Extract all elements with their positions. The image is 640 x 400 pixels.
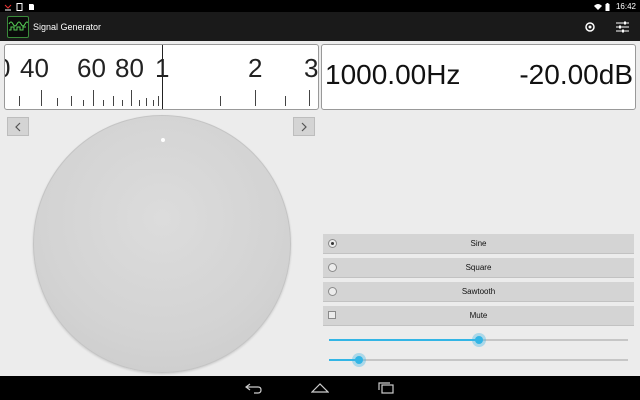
- mute-checkbox[interactable]: [328, 311, 336, 319]
- step-down-button[interactable]: [7, 117, 29, 136]
- app-screen: 16:42 Signal Generator 40 60 80 2 3 1000…: [0, 0, 640, 400]
- scale-tick: [57, 98, 58, 106]
- scale-tick: [113, 96, 114, 106]
- clock: 16:42: [615, 1, 636, 11]
- waveform-option-sine[interactable]: Sine: [323, 234, 634, 254]
- scale-label: 60: [77, 53, 106, 83]
- mute-label: Mute: [469, 311, 488, 320]
- waveform-label: Sine: [470, 239, 487, 248]
- settings-button[interactable]: [582, 19, 598, 35]
- sliders-icon: [615, 21, 629, 32]
- status-bar: 16:42: [0, 0, 640, 12]
- waveform-label: Square: [465, 263, 492, 272]
- scale-tick: [122, 100, 123, 106]
- knob-indicator: [161, 138, 165, 142]
- scale-tick: [285, 96, 286, 106]
- radio-sine[interactable]: [328, 239, 337, 248]
- frequency-slider[interactable]: [329, 333, 628, 347]
- signal-readout: 1000.00Hz -20.00dB: [321, 44, 636, 110]
- scale-label: 3: [304, 53, 319, 83]
- home-button[interactable]: [310, 381, 330, 395]
- level-slider[interactable]: [329, 353, 628, 367]
- missed-call-icon: [4, 3, 12, 10]
- slider-track: [329, 359, 628, 361]
- recents-button[interactable]: [376, 381, 396, 395]
- mute-toggle[interactable]: Mute: [323, 306, 634, 326]
- back-icon: [245, 383, 262, 394]
- scale-label: 2: [248, 53, 263, 83]
- scale-tick: [19, 96, 20, 106]
- radio-sawtooth[interactable]: [328, 287, 337, 296]
- home-icon: [311, 383, 329, 393]
- settings-icon: [585, 21, 595, 32]
- scale-label: 40: [20, 53, 49, 83]
- app-logo-icon: [7, 15, 29, 38]
- scale-cursor: [162, 45, 163, 109]
- navigation-bar: [0, 376, 640, 400]
- slider-fill: [329, 339, 479, 341]
- tuning-knob[interactable]: [33, 115, 291, 373]
- scale-tick: [41, 90, 42, 106]
- phone-icon: [16, 2, 23, 11]
- battery-icon: [605, 2, 612, 11]
- scale-tick: [146, 98, 147, 106]
- scale-tick: [131, 90, 132, 106]
- frequency-scale[interactable]: 0 40 60 80 1 2 3: [4, 44, 319, 110]
- scale-tick: [153, 100, 154, 106]
- scale-tick: [71, 96, 72, 106]
- action-bar: Signal Generator: [0, 12, 640, 41]
- sd-card-icon: [28, 3, 35, 10]
- scale-tick: [309, 90, 310, 106]
- back-button[interactable]: [244, 381, 264, 395]
- app-title: Signal Generator: [33, 21, 102, 32]
- waveform-label: Sawtooth: [461, 287, 496, 296]
- frequency-readout: 1000.00Hz: [325, 59, 461, 90]
- scale-tick: [139, 100, 140, 106]
- radio-square[interactable]: [328, 263, 337, 272]
- scale-tick: [255, 90, 256, 106]
- scale-label: 80: [115, 53, 144, 83]
- chevron-right-icon: [301, 122, 307, 131]
- recents-icon: [378, 382, 394, 394]
- scale-tick: [103, 100, 104, 106]
- level-readout: -20.00dB: [519, 59, 633, 90]
- waveform-option-sawtooth[interactable]: Sawtooth: [323, 282, 634, 302]
- chevron-left-icon: [15, 122, 21, 131]
- scale-tick: [158, 96, 159, 106]
- adjust-button[interactable]: [614, 19, 630, 35]
- scale-tick: [93, 90, 94, 106]
- scale-tick: [83, 100, 84, 106]
- step-up-button[interactable]: [293, 117, 315, 136]
- slider-thumb[interactable]: [471, 333, 486, 347]
- slider-thumb[interactable]: [351, 353, 366, 367]
- wifi-icon: [593, 3, 602, 10]
- waveform-option-square[interactable]: Square: [323, 258, 634, 278]
- scale-tick: [220, 96, 221, 106]
- scale-label: 0: [5, 53, 10, 84]
